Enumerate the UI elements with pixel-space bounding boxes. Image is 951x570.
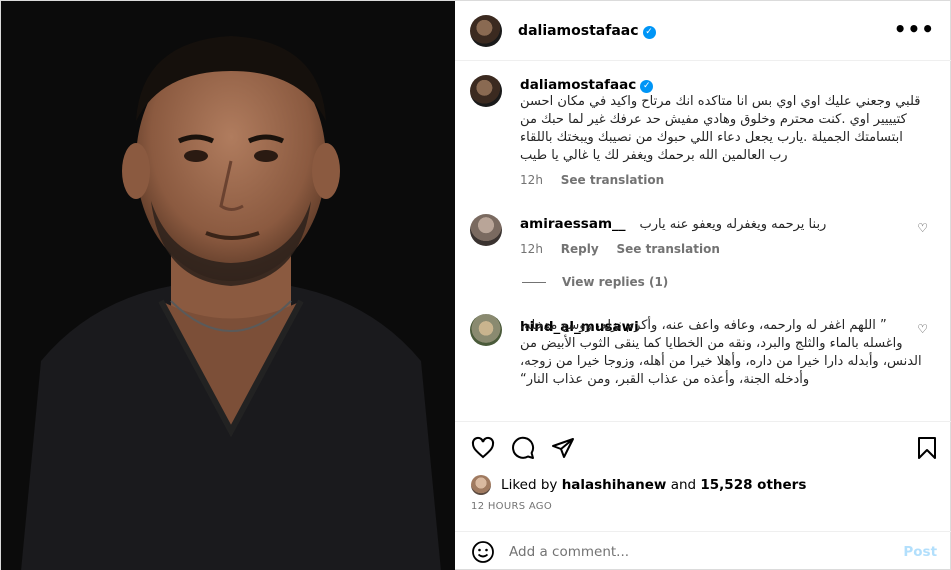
verified-badge-icon: ✓ <box>640 80 654 93</box>
comment-avatar[interactable] <box>470 214 503 246</box>
comment-text: ” اللهم اغفر له وارحمه، وعافه واعف عنه، … <box>520 318 922 387</box>
like-comment-heart-icon[interactable]: ♡ <box>917 322 928 336</box>
comment-username[interactable]: amiraessam__ <box>520 216 625 232</box>
caption-text: قلبي وجعني عليك اوي اوي بس انا متاكده ان… <box>520 94 921 163</box>
likes-joiner: and <box>670 477 697 493</box>
caption-time[interactable]: 12h <box>520 173 543 187</box>
like-heart-icon[interactable] <box>471 436 495 460</box>
save-bookmark-icon[interactable] <box>916 436 938 460</box>
view-replies-button[interactable]: View replies (1) <box>522 275 668 289</box>
caption-meta: 12h See translation <box>520 173 940 187</box>
share-send-icon[interactable] <box>551 436 575 460</box>
comment-meta: 12h Reply See translation <box>520 242 940 256</box>
liked-by-label: Liked by <box>501 477 558 493</box>
reply-button[interactable]: Reply <box>561 242 599 256</box>
caption-avatar[interactable] <box>470 75 503 107</box>
post-comment-button[interactable]: Post <box>903 544 937 560</box>
comment-time[interactable]: 12h <box>520 242 543 256</box>
post-sidebar: daliamostafaac ✓ ••• daliamostafaac ✓ قلبي… <box>455 1 951 570</box>
add-comment-input[interactable]: Add a comment... <box>509 544 629 560</box>
comments-list: daliamostafaac ✓ قلبي وجعني عليك اوي اوي … <box>455 61 951 421</box>
author-username[interactable]: daliamostafaac ✓ <box>518 23 656 39</box>
more-horizontal-icon[interactable]: ••• <box>894 17 935 41</box>
post-photo[interactable] <box>1 1 456 570</box>
likes-summary: Liked by halashihanew and 15,528 others <box>471 475 806 495</box>
liker-username[interactable]: halashihanew <box>562 477 667 493</box>
post-header: daliamostafaac ✓ ••• <box>455 1 951 61</box>
comment-avatar[interactable] <box>470 314 503 346</box>
instagram-post-modal: daliamostafaac ✓ ••• daliamostafaac ✓ قلبي… <box>0 0 951 570</box>
caption-username[interactable]: daliamostafaac ✓ <box>520 77 940 93</box>
liker-avatar[interactable] <box>471 475 492 495</box>
see-translation-link[interactable]: See translation <box>616 242 719 256</box>
comment-bubble-icon[interactable] <box>511 436 535 460</box>
portrait-photo <box>1 1 456 570</box>
emoji-smiley-icon[interactable] <box>471 540 495 564</box>
post-actions-bar <box>455 421 951 471</box>
add-comment-bar: Add a comment... Post <box>455 531 951 570</box>
replies-divider <box>522 281 547 283</box>
verified-badge-icon: ✓ <box>642 25 656 39</box>
see-translation-link[interactable]: See translation <box>561 173 664 187</box>
like-comment-heart-icon[interactable]: ♡ <box>917 221 928 235</box>
likes-others-count[interactable]: 15,528 others <box>700 477 806 493</box>
post-timestamp: 12 HOURS AGO <box>471 501 553 512</box>
comment-text: ربنا يرحمه ويغفرله ويعفو عنه يارب <box>639 217 827 232</box>
author-avatar[interactable] <box>470 14 503 47</box>
